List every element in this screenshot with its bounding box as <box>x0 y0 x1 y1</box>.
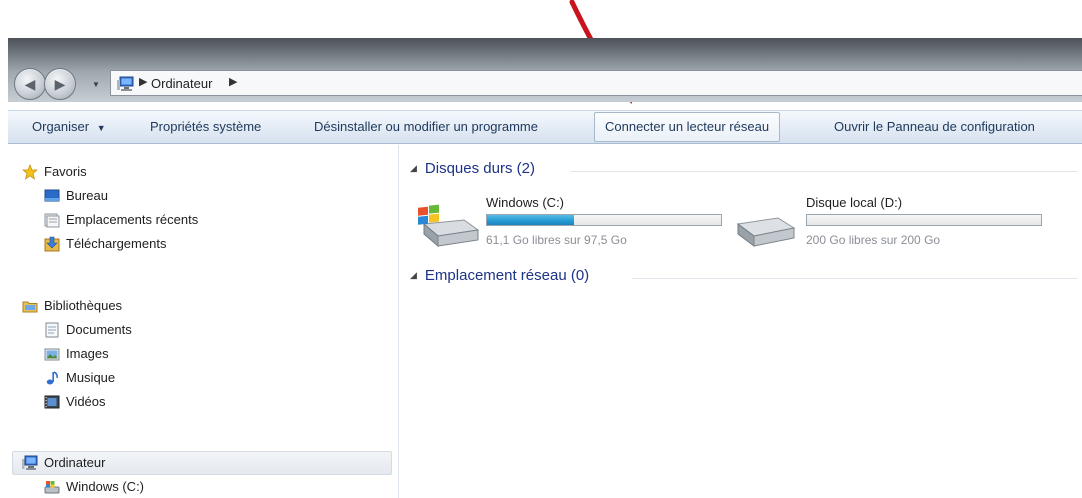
group-header-label: Emplacement réseau (0) <box>424 267 590 284</box>
drive-name-c[interactable]: Windows (C:) <box>486 195 564 210</box>
group-header-network[interactable]: ◢ Emplacement réseau (0) <box>410 267 589 284</box>
uninstall-program-button[interactable]: Désinstaller ou modifier un programme <box>314 111 538 143</box>
drive-usage-bar-d <box>806 214 1042 226</box>
group-divider <box>570 171 1078 172</box>
music-icon <box>46 371 58 385</box>
drive-usage-bar-c <box>486 214 722 226</box>
recent-places-icon <box>44 213 60 228</box>
navigation-buttons: ◀ ▶ ▼ <box>14 68 106 100</box>
back-button[interactable]: ◀ <box>14 68 46 100</box>
videos-icon <box>44 395 60 409</box>
back-arrow-icon: ◀ <box>24 76 36 92</box>
open-control-panel-button[interactable]: Ouvrir le Panneau de configuration <box>834 111 1035 143</box>
computer-icon <box>117 76 134 91</box>
breadcrumb-separator-icon[interactable]: ▶ <box>229 75 237 88</box>
breadcrumb-ordinateur[interactable]: Ordinateur <box>151 76 212 91</box>
star-icon <box>22 164 38 180</box>
windows-drive-icon <box>44 481 60 494</box>
recent-pages-dropdown-icon[interactable]: ▼ <box>92 80 100 89</box>
drive-name-d[interactable]: Disque local (D:) <box>806 195 902 210</box>
organize-label: Organiser <box>32 119 90 134</box>
downloads-icon <box>44 236 60 252</box>
sidebar-item-label: Emplacements récents <box>66 212 199 227</box>
drive-free-space-c: 61,1 Go libres sur 97,5 Go <box>486 233 627 247</box>
breadcrumb-separator-icon[interactable]: ▶ <box>139 75 147 88</box>
sidebar-item-label: Documents <box>66 322 132 337</box>
forward-button[interactable]: ▶ <box>44 68 76 100</box>
desktop-icon <box>44 189 60 202</box>
documents-icon <box>45 322 59 338</box>
images-icon <box>44 348 60 361</box>
windows-drive-icon <box>418 204 480 248</box>
hard-drive-icon <box>736 217 796 247</box>
computer-icon <box>22 455 38 470</box>
sidebar-item-label: Windows (C:) <box>66 479 145 494</box>
address-bar[interactable]: ▶ Ordinateur ▶ <box>110 70 1082 96</box>
sidebar-item-label: Favoris <box>44 164 87 179</box>
drive-free-space-d: 200 Go libres sur 200 Go <box>806 233 941 247</box>
collapse-triangle-icon: ◢ <box>410 270 417 280</box>
sidebar-item-label: Téléchargements <box>66 236 167 251</box>
drive-usage-fill <box>487 215 575 225</box>
map-network-drive-button[interactable]: Connecter un lecteur réseau <box>594 112 781 142</box>
command-bar: Organiser ▼ Propriétés système Désinstal… <box>8 110 1082 144</box>
sidebar-item-label: Bureau <box>66 188 108 203</box>
sidebar-item-label: Vidéos <box>66 394 106 409</box>
navigation-pane: Favoris Bureau Emplacements récents Télé… <box>8 145 399 498</box>
forward-arrow-icon: ▶ <box>54 76 66 92</box>
group-header-hard-drives[interactable]: ◢ Disques durs (2) <box>410 160 535 177</box>
sidebar-item-label: Musique <box>66 370 116 385</box>
libraries-icon <box>22 301 38 313</box>
organize-button[interactable]: Organiser ▼ <box>32 111 106 143</box>
sidebar-item-label: Images <box>66 346 109 361</box>
system-properties-button[interactable]: Propriétés système <box>150 111 261 143</box>
group-divider <box>632 278 1078 279</box>
sidebar-item-label: Bibliothèques <box>44 298 123 313</box>
sidebar-item-label: Ordinateur <box>44 455 106 470</box>
dropdown-arrow-icon: ▼ <box>96 123 106 133</box>
collapse-triangle-icon: ◢ <box>410 163 417 173</box>
group-header-label: Disques durs (2) <box>424 160 535 177</box>
